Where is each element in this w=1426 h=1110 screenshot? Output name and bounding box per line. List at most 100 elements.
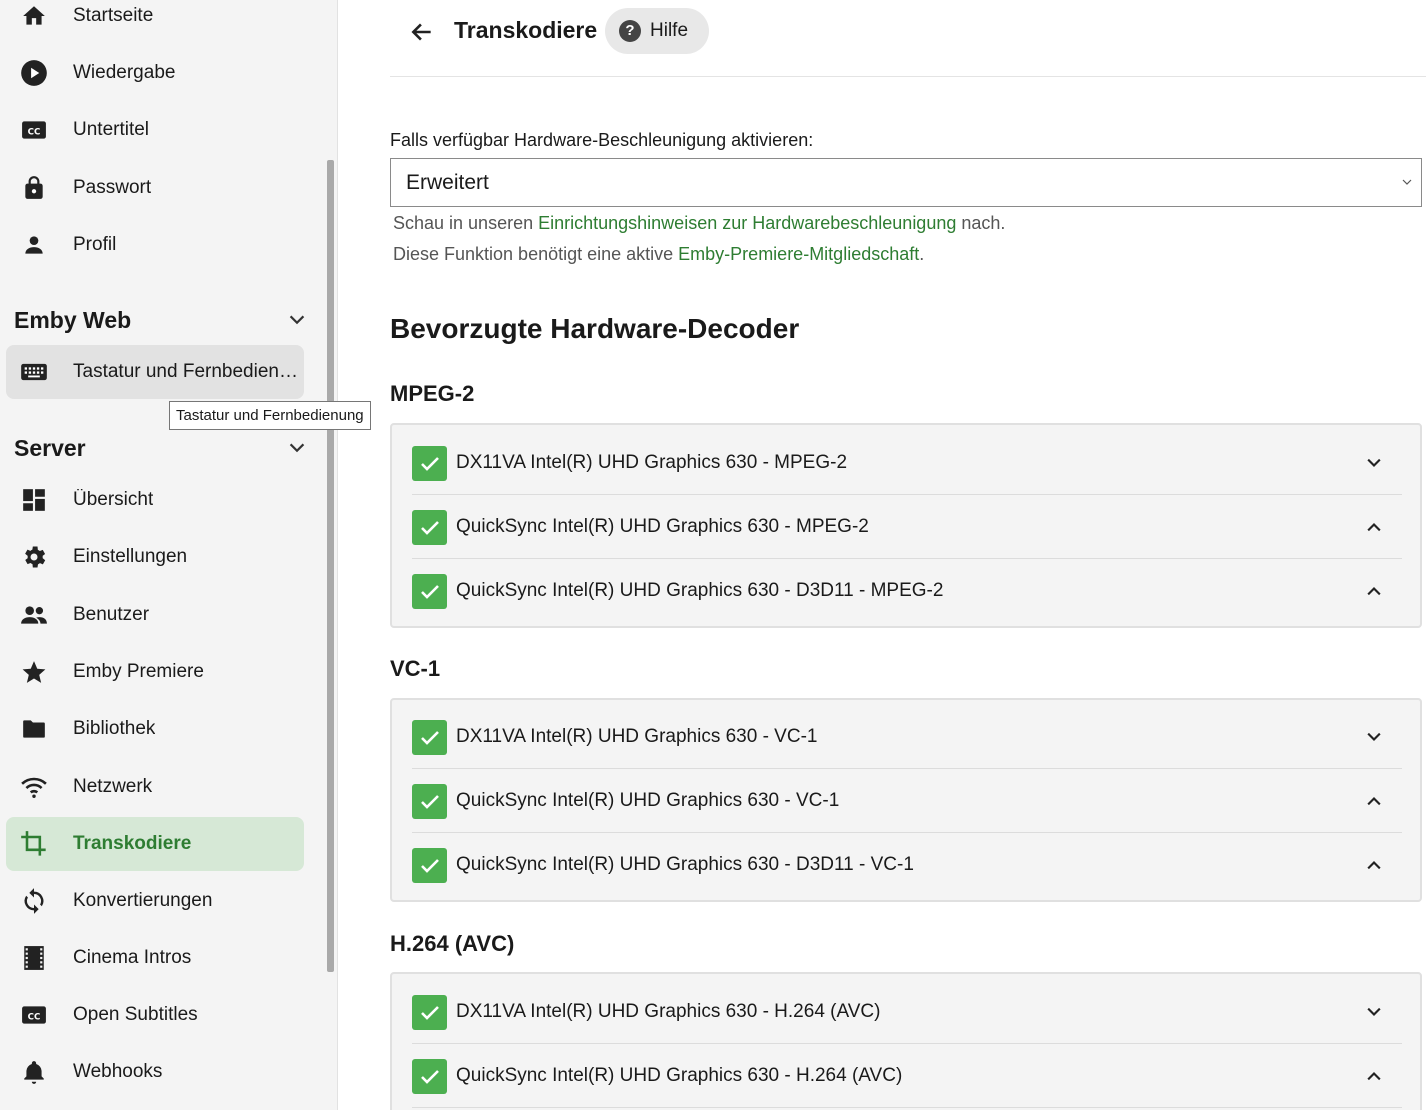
sidebar-item-webhooks[interactable]: Webhooks <box>6 1045 304 1099</box>
sidebar-item-profil[interactable]: Profil <box>6 218 304 272</box>
sidebar-item-label: Netzwerk <box>73 776 153 797</box>
sidebar-item-uebersicht[interactable]: Übersicht <box>6 473 304 527</box>
decoder-row[interactable]: QuickSync Intel(R) UHD Graphics 630 - VC… <box>412 769 1402 833</box>
hint-text: nach. <box>956 213 1006 233</box>
sidebar-item-label: Emby Premiere <box>73 661 204 682</box>
check-icon <box>420 520 439 535</box>
check-icon <box>420 794 439 809</box>
hw-accel-label: Falls verfügbar Hardware-Beschleunigung … <box>390 130 814 150</box>
sidebar-item-benutzer[interactable]: Benutzer <box>6 588 304 642</box>
star-icon <box>20 658 48 686</box>
sidebar-item-netzwerk[interactable]: Netzwerk <box>6 760 304 814</box>
hint-premiere: Diese Funktion benötigt eine aktive Emby… <box>393 244 924 265</box>
chevron-up-icon[interactable] <box>1364 581 1384 601</box>
checkbox[interactable] <box>412 995 447 1030</box>
decoder-row[interactable]: DX11VA Intel(R) UHD Graphics 630 - H.264… <box>412 980 1402 1044</box>
sidebar-item-label: Konvertierungen <box>73 890 213 911</box>
decoder-row[interactable]: QuickSync Intel(R) UHD Graphics 630 - D3… <box>412 833 1402 897</box>
keyboard-icon <box>20 358 48 386</box>
chevron-up-icon[interactable] <box>1364 517 1384 537</box>
tooltip: Tastatur und Fernbedienung <box>169 401 371 430</box>
sidebar-item-label: Wiedergabe <box>73 62 176 83</box>
sidebar-item-label: Startseite <box>73 5 154 26</box>
checkbox[interactable] <box>412 720 447 755</box>
hint-text: Diese Funktion benötigt eine aktive <box>393 244 679 264</box>
decoder-list: DX11VA Intel(R) UHD Graphics 630 - VC-1 … <box>390 698 1422 902</box>
hint-text: . <box>919 244 925 264</box>
sidebar-item-einstellungen[interactable]: Einstellungen <box>6 530 304 584</box>
decoder-label: QuickSync Intel(R) UHD Graphics 630 - VC… <box>456 790 840 811</box>
closed-caption-icon: CC <box>20 116 48 144</box>
sidebar-item-emby-premiere[interactable]: Emby Premiere <box>6 645 304 699</box>
hint-hardware: Schau in unseren Einrichtungshinweisen z… <box>393 213 1005 234</box>
sidebar-item-konvertierungen[interactable]: Konvertierungen <box>6 874 304 928</box>
codec-title: MPEG-2 <box>390 381 475 406</box>
dashboard-icon <box>20 486 48 514</box>
sidebar-item-label: Open Subtitles <box>73 1004 198 1025</box>
sidebar-item-label: Bibliothek <box>73 718 156 739</box>
emby-premiere-link[interactable]: Emby-Premiere-Mitgliedschaft <box>678 244 919 264</box>
decoder-row[interactable]: QuickSync Intel(R) UHD Graphics 630 - MP… <box>412 495 1402 559</box>
decoders-heading: Bevorzugte Hardware-Decoder <box>390 313 800 344</box>
hardware-guide-link[interactable]: Einrichtungshinweisen zur Hardwarebeschl… <box>538 213 956 233</box>
lock-icon <box>20 174 48 202</box>
decoder-row[interactable]: DX11VA Intel(R) UHD Graphics 630 - MPEG-… <box>412 431 1402 495</box>
checkbox[interactable] <box>412 446 447 481</box>
check-icon <box>420 584 439 599</box>
section-title-server: Server <box>14 435 86 461</box>
wifi-icon <box>20 773 48 801</box>
sidebar-item-label: Einstellungen <box>73 546 188 567</box>
sidebar-item-untertitel[interactable]: CC Untertitel <box>6 103 304 157</box>
hw-accel-select[interactable]: Erweitert <box>390 158 1422 207</box>
decoder-list: DX11VA Intel(R) UHD Graphics 630 - H.264… <box>390 972 1422 1110</box>
chevron-up-icon[interactable] <box>1364 1066 1384 1086</box>
help-button[interactable]: ? Hilfe <box>605 8 709 54</box>
sidebar-item-passwort[interactable]: Passwort <box>6 161 304 215</box>
checkbox[interactable] <box>412 784 447 819</box>
sidebar-item-cinema-intros[interactable]: Cinema Intros <box>6 931 304 985</box>
sidebar-item-open-subtitles[interactable]: CC Open Subtitles <box>6 988 304 1042</box>
chevron-down-icon[interactable] <box>1364 1002 1384 1022</box>
decoder-row[interactable]: QuickSync Intel(R) UHD Graphics 630 - D3… <box>412 559 1402 623</box>
checkbox[interactable] <box>412 510 447 545</box>
sidebar-item-wiedergabe[interactable]: Wiedergabe <box>6 46 304 100</box>
decoder-label: QuickSync Intel(R) UHD Graphics 630 - H.… <box>456 1065 903 1086</box>
sidebar-scrollbar[interactable] <box>327 160 334 972</box>
sidebar-item-label: Übersicht <box>73 489 154 510</box>
arrow-left-icon <box>411 23 431 41</box>
checkbox[interactable] <box>412 574 447 609</box>
chevron-down-icon[interactable] <box>286 437 308 459</box>
sidebar-item-bibliothek[interactable]: Bibliothek <box>6 702 304 756</box>
sidebar-item-label: Profil <box>73 234 117 255</box>
hw-accel-value: Erweitert <box>406 171 489 194</box>
svg-text:CC: CC <box>28 127 41 137</box>
check-icon <box>420 456 439 471</box>
chevron-down-icon[interactable] <box>286 309 308 331</box>
sidebar-item-label: Webhooks <box>73 1061 163 1082</box>
decoder-label: DX11VA Intel(R) UHD Graphics 630 - VC-1 <box>456 726 818 747</box>
sidebar-item-tastatur[interactable]: Tastatur und Fernbedienung <box>6 345 305 399</box>
decoder-label: DX11VA Intel(R) UHD Graphics 630 - MPEG-… <box>456 452 848 473</box>
codec-title: H.264 (AVC) <box>390 931 515 956</box>
gear-icon <box>20 543 48 571</box>
decoder-label: QuickSync Intel(R) UHD Graphics 630 - D3… <box>456 854 914 875</box>
chevron-up-icon[interactable] <box>1364 791 1384 811</box>
sidebar-item-label: Transkodiere <box>73 833 192 854</box>
decoder-row[interactable]: QuickSync Intel(R) UHD Graphics 630 - H.… <box>412 1044 1402 1108</box>
chevron-down-icon[interactable] <box>1364 727 1384 747</box>
svg-text:CC: CC <box>28 1012 41 1022</box>
sidebar-item-startseite[interactable]: Startseite <box>6 0 304 43</box>
help-label: Hilfe <box>650 20 689 41</box>
chevron-down-icon[interactable] <box>1364 453 1384 473</box>
back-button[interactable] <box>406 16 438 48</box>
checkbox[interactable] <box>412 848 447 883</box>
sidebar-item-transkodiere[interactable]: Transkodiere <box>6 817 304 871</box>
decoder-row[interactable]: DX11VA Intel(R) UHD Graphics 630 - VC-1 <box>412 705 1402 769</box>
decoder-label: DX11VA Intel(R) UHD Graphics 630 - H.264… <box>456 1001 881 1022</box>
decoder-label: QuickSync Intel(R) UHD Graphics 630 - MP… <box>456 516 869 537</box>
checkbox[interactable] <box>412 1059 447 1094</box>
chevron-up-icon[interactable] <box>1364 855 1384 875</box>
section-title-emby-web: Emby Web <box>14 307 132 333</box>
film-icon <box>20 944 48 972</box>
sidebar-item-label: Benutzer <box>73 604 150 625</box>
